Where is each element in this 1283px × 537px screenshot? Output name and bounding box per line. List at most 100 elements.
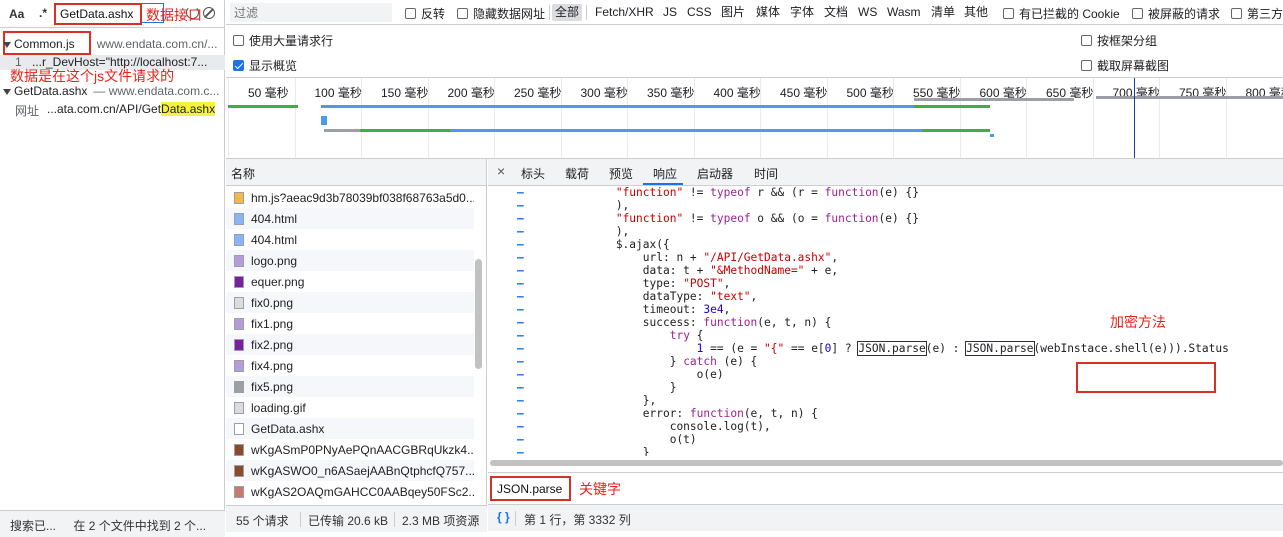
request-name: loading.gif — [251, 401, 306, 415]
file-type-icon — [234, 213, 244, 225]
filter-input[interactable] — [230, 3, 392, 22]
timeline-tick-label: 500 毫秒 — [846, 86, 894, 100]
type-filter-ws[interactable]: WS — [855, 4, 880, 21]
request-row[interactable]: hm.js?aeac9d3b78039bf038f68763a5d0... — [226, 187, 474, 208]
tab-initiator[interactable]: 启动器 — [697, 165, 733, 182]
detail-tabs: × 标头 载荷 预览 响应 启动器 时间 — [488, 159, 1283, 186]
search-result-file[interactable]: GetData.ashx — www.endata.com.c... — [3, 84, 219, 98]
request-row[interactable]: loading.gif — [226, 397, 474, 418]
type-filter-fetch-xhr[interactable]: Fetch/XHR — [592, 4, 657, 21]
request-rows: hm.js?aeac9d3b78039bf038f68763a5d0... 404… — [226, 187, 474, 505]
request-row[interactable]: fix5.png — [226, 376, 474, 397]
find-input[interactable] — [490, 476, 571, 501]
annotation-encrypt-method: 加密方法 — [1110, 315, 1166, 331]
timeline-gridline — [959, 78, 961, 158]
type-filter-doc[interactable]: 文档 — [821, 4, 851, 21]
tab-headers[interactable]: 标头 — [521, 165, 545, 182]
timeline-gridline — [1225, 78, 1227, 158]
request-name: wKgASWO0_n6ASaejAABnQtphcfQ757... — [251, 464, 474, 478]
network-overview-timeline[interactable]: 50 毫秒 100 毫秒 150 毫秒 200 毫秒 250 毫秒 300 毫秒 350 毫… — [226, 78, 1283, 159]
divider — [394, 512, 395, 527]
type-filter-manifest[interactable]: 清单 — [928, 4, 958, 21]
tab-response[interactable]: 响应 — [653, 165, 677, 182]
match-case-button[interactable]: Aa — [9, 7, 24, 21]
code-horizontal-scrollbar[interactable] — [490, 460, 1283, 466]
file-type-icon — [234, 276, 244, 288]
blocked-requests-checkbox[interactable]: 被屏蔽的请求 — [1132, 5, 1220, 22]
search-input[interactable] — [54, 3, 142, 25]
tab-preview[interactable]: 预览 — [609, 165, 633, 182]
timeline-bar — [990, 134, 994, 137]
timeline-bar — [360, 129, 450, 132]
active-tab-indicator — [643, 183, 683, 185]
tab-timing[interactable]: 时间 — [754, 165, 778, 182]
column-header-name[interactable]: 名称 — [226, 159, 486, 186]
response-code-viewer[interactable]: – "function" != typeof r && (r = functio… — [488, 186, 1283, 456]
request-row[interactable]: wKgAS2OAQmGAHCC0AABqey50FSc2... — [226, 481, 474, 502]
type-filter-media[interactable]: 媒体 — [753, 4, 783, 21]
type-filter-all[interactable]: 全部 — [552, 4, 583, 21]
timeline-gridline — [494, 78, 495, 158]
type-filter-other[interactable]: 其他 — [961, 4, 991, 21]
request-row[interactable]: fix4.png — [226, 355, 474, 376]
type-filter-js[interactable]: JS — [660, 4, 680, 21]
pretty-print-braces-icon[interactable]: { } — [497, 510, 510, 524]
timeline-tick-label: 150 毫秒 — [381, 86, 429, 100]
request-row[interactable]: 404.html — [226, 229, 474, 250]
divider — [549, 5, 550, 20]
search-match-row[interactable]: 网址 ...ata.com.cn/API/GetData.ashx — [0, 102, 225, 117]
request-list-scrollbar[interactable] — [475, 259, 482, 369]
request-row[interactable]: equer.png — [226, 271, 474, 292]
request-row[interactable]: wKgASmP0PNyAePQnAACGBRqUkzk4... — [226, 439, 474, 460]
divider — [300, 512, 301, 527]
request-row[interactable]: GetData.ashx — [226, 418, 474, 439]
divider — [586, 5, 587, 20]
file-type-icon — [234, 423, 244, 435]
timeline-gridline — [361, 78, 362, 158]
transferred-size: 已传输 20.6 kB — [308, 514, 389, 528]
request-row[interactable]: 404.html — [226, 208, 474, 229]
expand-arrow-icon — [3, 41, 11, 48]
capture-screenshots-checkbox[interactable]: 截取屏幕截图 — [1081, 57, 1169, 74]
timeline-gridline — [627, 78, 628, 158]
timeline-tick-label: 200 毫秒 — [447, 86, 495, 100]
file-type-icon — [234, 234, 244, 246]
request-count: 55 个请求 — [236, 514, 289, 528]
invert-checkbox[interactable]: 反转 — [405, 5, 445, 22]
type-filter-font[interactable]: 字体 — [787, 4, 817, 21]
request-row[interactable]: wKgASWO0_n6ASaejAABnQtphcfQ757... — [226, 460, 474, 481]
timeline-bar — [450, 129, 922, 132]
annotation-keyword: 关键字 — [579, 481, 621, 497]
request-row[interactable]: fix0.png — [226, 292, 474, 313]
timeline-gridline — [228, 78, 229, 158]
type-filter-css[interactable]: CSS — [684, 4, 715, 21]
third-party-checkbox[interactable]: 第三方 — [1231, 5, 1283, 22]
timeline-gridline — [294, 78, 296, 158]
regex-button[interactable]: .* — [39, 6, 47, 20]
tab-payload[interactable]: 载荷 — [565, 165, 589, 182]
timeline-bar — [321, 105, 914, 108]
request-row[interactable]: fix1.png — [226, 313, 474, 334]
expand-arrow-icon — [3, 88, 11, 95]
request-row[interactable]: logo.png — [226, 250, 474, 271]
clear-search-icon[interactable] — [203, 7, 215, 19]
file-type-icon — [234, 465, 244, 477]
large-rows-checkbox[interactable]: 使用大量请求行 — [233, 32, 333, 49]
file-type-icon — [234, 402, 244, 414]
search-result-file[interactable]: Common.js www.endata.com.cn/... — [3, 37, 217, 51]
group-by-frame-checkbox[interactable]: 按框架分组 — [1081, 32, 1157, 49]
timeline-bar — [914, 98, 1074, 101]
request-name: wKgASmP0PNyAePQnAACGBRqUkzk4... — [251, 443, 474, 457]
timeline-gridline — [1092, 78, 1094, 158]
request-row[interactable]: fix2.png — [226, 334, 474, 355]
timeline-gridline — [427, 78, 429, 158]
hide-data-urls-checkbox[interactable]: 隐藏数据网址 — [457, 5, 545, 22]
close-icon[interactable]: × — [497, 163, 505, 179]
cursor-position: 第 1 行，第 3332 列 — [524, 513, 631, 527]
type-filter-wasm[interactable]: Wasm — [884, 4, 924, 21]
request-name: fix1.png — [251, 317, 294, 331]
request-name: wKgAS2OAQmGAHCC0AABqey50FSc2... — [251, 485, 474, 499]
blocked-cookies-checkbox[interactable]: 有已拦截的 Cookie — [1003, 5, 1120, 22]
type-filter-img[interactable]: 图片 — [718, 4, 748, 21]
show-overview-checkbox[interactable]: 显示概览 — [233, 57, 297, 74]
